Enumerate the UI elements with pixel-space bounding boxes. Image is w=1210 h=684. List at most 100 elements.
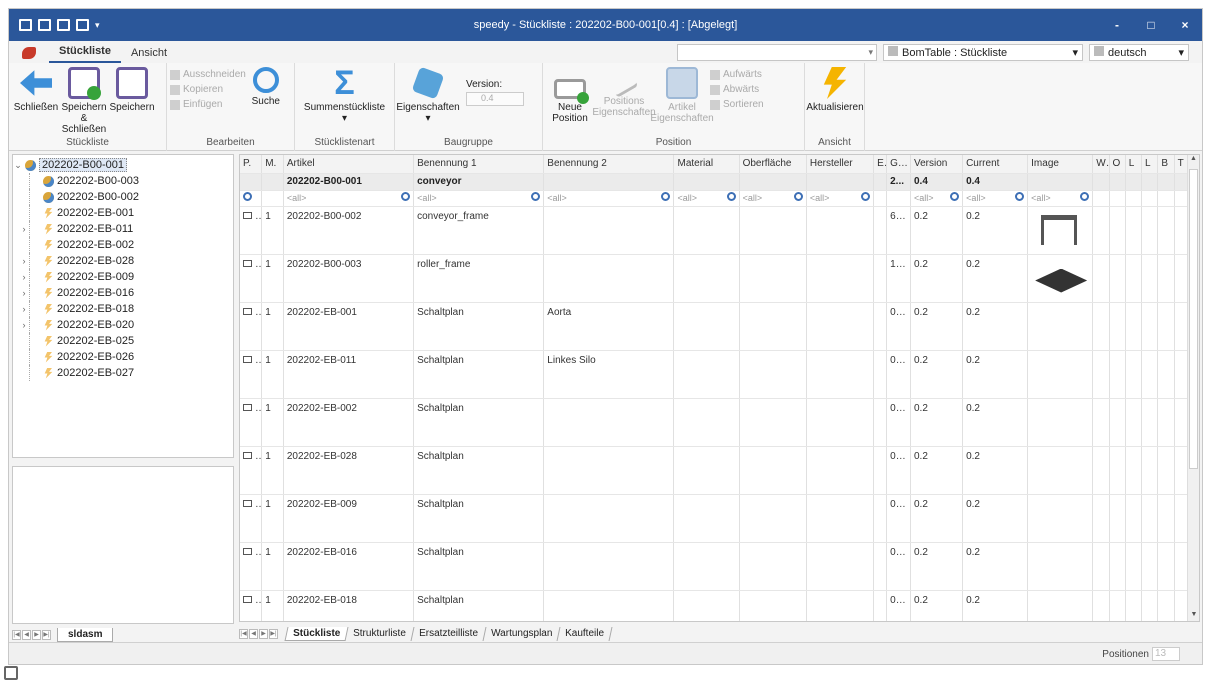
preview-icon[interactable] <box>76 19 89 31</box>
close-doc-button[interactable]: Schließen <box>12 67 60 113</box>
filter-cell[interactable]: <all> <box>413 190 545 207</box>
expand-icon[interactable]: › <box>19 288 29 298</box>
expand-icon[interactable]: › <box>19 224 29 234</box>
position-properties-button[interactable]: Positions Eigenschaften <box>592 67 656 118</box>
tree-item[interactable]: 202202-EB-026 <box>13 349 233 365</box>
column-header[interactable]: Oberfläche <box>739 155 807 174</box>
expand-icon[interactable]: › <box>19 320 29 330</box>
move-up-button[interactable]: Aufwärts <box>710 69 764 80</box>
filter-cell[interactable]: <all> <box>739 190 807 207</box>
bottom-tab[interactable]: Strukturliste <box>345 627 415 641</box>
column-header[interactable]: L <box>1125 155 1143 174</box>
column-header[interactable]: Image <box>1027 155 1094 174</box>
scroll-up-icon[interactable]: ▲ <box>1188 155 1199 167</box>
last-icon[interactable]: ▶| <box>269 629 278 639</box>
close-button[interactable]: × <box>1168 9 1202 41</box>
scroll-down-icon[interactable]: ▼ <box>1188 611 1199 621</box>
scroll-thumb[interactable] <box>1189 169 1198 469</box>
filter-search-icon[interactable] <box>950 191 960 201</box>
table-row[interactable]: 6 1 202202-EB-028 Schaltplan 0,00 0.2 0.2 <box>240 446 1192 495</box>
filter-search-icon[interactable] <box>861 191 871 201</box>
column-header[interactable]: B <box>1157 155 1175 174</box>
language-select[interactable]: deutsch ▾ <box>1089 44 1189 61</box>
column-header[interactable]: Benennung 1 <box>413 155 545 174</box>
tree-item[interactable]: 202202-EB-025 <box>13 333 233 349</box>
move-down-button[interactable]: Abwärts <box>710 84 764 95</box>
paste-button[interactable]: Einfügen <box>170 99 246 110</box>
sort-button[interactable]: Sortieren <box>710 99 764 110</box>
next-icon[interactable]: ▶ <box>32 630 41 640</box>
table-row[interactable]: 4 1 202202-EB-011 Schaltplan Linkes Silo 0,00… <box>240 350 1192 399</box>
filter-cell[interactable]: <all> <box>910 190 964 207</box>
version-select[interactable]: 0.4 <box>466 92 524 106</box>
tree-item[interactable]: 202202-EB-002 <box>13 237 233 253</box>
assembly-properties-button[interactable]: Eigenschaften ▾ <box>396 66 460 124</box>
new-position-button[interactable]: Neue Position <box>546 67 594 124</box>
filter-cell[interactable]: <all> <box>673 190 740 207</box>
tree-item[interactable]: › 202202-EB-028 <box>13 253 233 269</box>
tree-item[interactable]: 202202-EB-027 <box>13 365 233 381</box>
filter-search-icon[interactable] <box>661 191 671 201</box>
column-header[interactable]: Material <box>673 155 740 174</box>
column-header[interactable]: Version <box>910 155 964 174</box>
sheet-tab-sldasm[interactable]: sldasm <box>57 628 114 642</box>
tab-stueckliste[interactable]: Stückliste <box>49 42 121 63</box>
tree-item[interactable]: 202202-B00-003 <box>13 173 233 189</box>
column-header[interactable]: M. <box>261 155 284 174</box>
column-header[interactable]: W <box>1092 155 1110 174</box>
table-row[interactable]: 9 1 202202-EB-018 Schaltplan 0,00 0.2 0.2 <box>240 590 1192 621</box>
filter-cell[interactable]: <all> <box>806 190 875 207</box>
filter-cell[interactable]: <all> <box>543 190 675 207</box>
vertical-scrollbar[interactable]: ▲ ▼ <box>1187 155 1199 621</box>
table-row[interactable]: 3 1 202202-EB-001 Schaltplan Aorta 0,00 0.2 0.2 <box>240 302 1192 351</box>
bomtable-select[interactable]: BomTable : Stückliste ▾ <box>883 44 1083 61</box>
table-row[interactable]: 1 1 202202-B00-002 conveyor_frame 6,22 0.2 0.2 <box>240 206 1192 255</box>
tree-item[interactable]: › 202202-EB-009 <box>13 269 233 285</box>
tree-root[interactable]: ⌄ 202202-B00-001 <box>13 157 233 173</box>
save-icon[interactable] <box>19 19 32 31</box>
bottom-tab[interactable]: Ersatzteilliste <box>411 627 487 641</box>
column-header[interactable]: Benennung 2 <box>543 155 675 174</box>
save-button[interactable]: Speichern <box>108 67 156 113</box>
table-row[interactable]: 7 1 202202-EB-009 Schaltplan 0,00 0.2 0.2 <box>240 494 1192 543</box>
search-button[interactable]: Suche <box>246 67 286 107</box>
filter-search-icon[interactable] <box>401 191 411 201</box>
tree-item[interactable]: 202202-EB-001 <box>13 205 233 221</box>
root-row[interactable]: 202202-B00-001 conveyor 2... 0.4 0.4 <box>240 173 1192 191</box>
window-restore-icon[interactable] <box>4 666 18 680</box>
column-header[interactable]: P. <box>240 155 263 174</box>
article-properties-button[interactable]: Artikel Eigenschaften <box>650 67 714 124</box>
save-close-button[interactable]: Speichern & Schließen <box>60 67 108 135</box>
copy-button[interactable]: Kopieren <box>170 84 246 95</box>
filter-cell[interactable]: <all> <box>1027 190 1094 207</box>
column-header[interactable]: Artikel <box>283 155 415 174</box>
expand-icon[interactable]: › <box>19 304 29 314</box>
prev-icon[interactable]: ◀ <box>22 630 31 640</box>
bottom-tab[interactable]: Kaufteile <box>557 627 613 641</box>
expand-icon[interactable]: › <box>19 256 29 266</box>
prev-icon[interactable]: ◀ <box>249 629 258 639</box>
filter-search-icon[interactable] <box>726 191 736 201</box>
qat-dropdown-icon[interactable]: ▾ <box>95 20 100 31</box>
column-header[interactable]: O <box>1109 155 1126 174</box>
tree-item[interactable]: › 202202-EB-011 <box>13 221 233 237</box>
expand-icon[interactable]: › <box>19 272 29 282</box>
table-row[interactable]: 5 1 202202-EB-002 Schaltplan 0,00 0.2 0.2 <box>240 398 1192 447</box>
last-icon[interactable]: ▶| <box>42 630 51 640</box>
filter-cell[interactable]: <all> <box>962 190 1029 207</box>
filter-search-icon[interactable] <box>531 191 541 201</box>
collapse-icon[interactable]: ⌄ <box>13 160 23 171</box>
column-header[interactable]: Hersteller <box>806 155 875 174</box>
filter-search-icon[interactable] <box>1080 191 1090 201</box>
maximize-button[interactable]: □ <box>1134 9 1168 41</box>
next-icon[interactable]: ▶ <box>259 629 268 639</box>
column-header[interactable]: Current <box>962 155 1029 174</box>
filter-search-icon[interactable] <box>243 191 252 201</box>
first-icon[interactable]: |◀ <box>239 629 248 639</box>
app-menu-button[interactable] <box>9 47 49 63</box>
tree-item[interactable]: 202202-B00-002 <box>13 189 233 205</box>
table-row[interactable]: 2 1 202202-B00-003 roller_frame 17,.. 0.2 0.2 <box>240 254 1192 303</box>
filter-search-icon[interactable] <box>1015 191 1025 201</box>
filter-search-icon[interactable] <box>793 191 803 201</box>
minimize-button[interactable]: - <box>1100 9 1134 41</box>
